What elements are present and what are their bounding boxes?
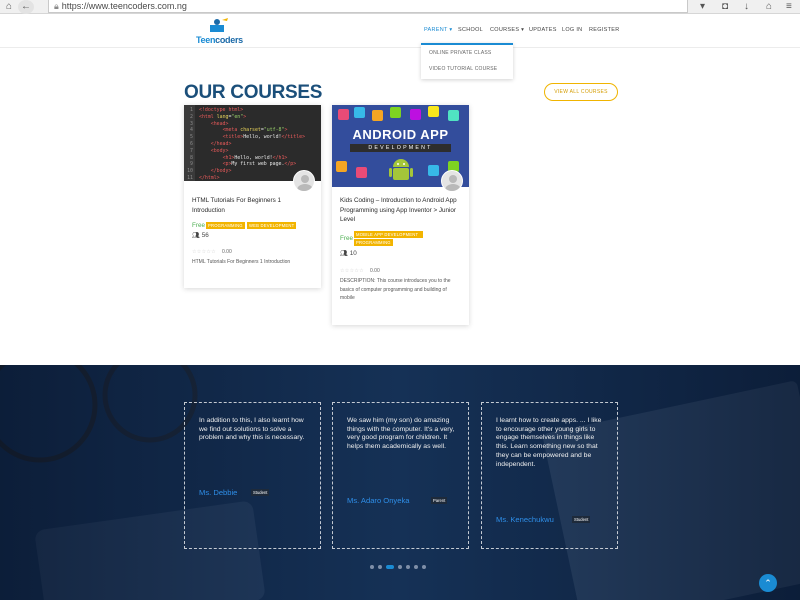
testimonial-card: We saw him (my son) do amazing things wi… <box>332 402 469 549</box>
student-count: 👥︎ 10 <box>340 250 357 257</box>
rating-value: 0.00 <box>370 268 380 274</box>
users-icon: 👥︎ <box>340 250 348 257</box>
code-snippet-image: <!doctype html> <html lang="en"> <head> … <box>199 107 306 181</box>
menu-icon[interactable]: ≡ <box>786 0 792 14</box>
course-tag[interactable]: PROGRAMMING <box>206 222 245 229</box>
logo-mark-icon <box>210 18 228 32</box>
testimonial-role: Student <box>251 489 270 496</box>
back-icon[interactable]: ← <box>18 0 34 14</box>
pocket-icon[interactable]: ◘ <box>722 0 728 14</box>
rating-stars: ☆☆☆☆☆ <box>192 249 216 255</box>
parent-dropdown-menu: ONLINE PRIVATE CLASS VIDEO TUTORIAL COUR… <box>421 43 513 79</box>
course-tag[interactable]: PROGRAMMING <box>354 239 393 246</box>
url-text: https://www.teencoders.com.ng <box>61 1 187 11</box>
instructor-avatar[interactable] <box>441 170 463 192</box>
course-price: Free <box>192 222 205 229</box>
testimonial-card: In addition to this, I also learnt how w… <box>184 402 321 549</box>
course-description: HTML Tutorials For Beginners 1 Introduct… <box>192 259 291 265</box>
view-all-courses-button[interactable]: VIEW ALL COURSES <box>544 83 618 101</box>
course-tag[interactable]: MOBILE APP DEVELOPMENT <box>354 231 421 238</box>
course-card[interactable]: 1 2 3 4 5 6 7 8 9 10 11 <!doctype html> <html lang… <box>184 105 321 288</box>
carousel-dot[interactable] <box>414 565 418 569</box>
testimonial-author: Ms. Adaro Onyeka <box>347 496 410 505</box>
testimonial-card: I learnt how to create apps. ... I like … <box>481 402 618 549</box>
download-icon[interactable]: ↓ <box>744 0 749 14</box>
site-header: Teencoders PARENT ▾ SCHOOL COURSES ▾ UPD… <box>0 15 800 48</box>
testimonial-quote: In addition to this, I also learnt how w… <box>199 417 305 442</box>
nav-item-courses[interactable]: COURSES ▾ <box>490 27 524 33</box>
address-bar[interactable]: 🔒︎ https://www.teencoders.com.ng <box>48 0 688 13</box>
course-title[interactable]: HTML Tutorials For Beginners 1 Introduct… <box>192 196 312 215</box>
section-title: OUR COURSES <box>184 82 323 103</box>
dropdown-item-online-private-class[interactable]: ONLINE PRIVATE CLASS <box>429 50 491 56</box>
carousel-dot[interactable] <box>422 565 426 569</box>
android-robot-icon <box>389 159 413 180</box>
home-button-icon[interactable]: ⌂ <box>766 0 772 14</box>
carousel-dot[interactable] <box>378 565 382 569</box>
rating-stars: ☆☆☆☆☆ <box>340 268 364 274</box>
testimonial-author: Ms. Kenechukwu <box>496 515 554 524</box>
course-price: Free <box>340 235 353 242</box>
carousel-dot[interactable] <box>398 565 402 569</box>
rating-value: 0.00 <box>222 249 232 255</box>
course-card[interactable]: ANDROID APP DEVELOPMENT Kids Coding – In… <box>332 105 469 325</box>
nav-item-parent[interactable]: PARENT ▾ <box>424 27 453 33</box>
carousel-dot-active[interactable] <box>386 565 394 569</box>
carousel-dot[interactable] <box>406 565 410 569</box>
users-icon: 👥︎ <box>192 232 200 239</box>
dropdown-item-video-tutorial-course[interactable]: VIDEO TUTORIAL COURSE <box>429 66 497 72</box>
thumbnail-banner-title: ANDROID APP <box>352 127 449 142</box>
dropdown-arrow-icon[interactable]: ▾ <box>700 0 705 14</box>
logo-wordmark: Teencoders <box>196 35 243 45</box>
course-tag-overflow <box>420 231 423 238</box>
teencoders-logo[interactable]: Teencoders <box>196 17 243 47</box>
carousel-dot[interactable] <box>370 565 374 569</box>
testimonial-author: Ms. Debbie <box>199 488 238 497</box>
testimonial-quote: I learnt how to create apps. ... I like … <box>496 417 602 468</box>
course-title[interactable]: Kids Coding – Introduction to Android Ap… <box>340 196 464 225</box>
testimonial-role: Parent <box>431 497 448 504</box>
back-to-top-button[interactable]: ⌃ <box>759 574 777 592</box>
testimonial-quote: We saw him (my son) do amazing things wi… <box>347 417 455 451</box>
nav-item-register[interactable]: REGISTER <box>589 27 620 33</box>
course-tag[interactable]: WEB DEVELOPMENT <box>247 222 297 229</box>
browser-toolbar: ⌂ ← 🔒︎ https://www.teencoders.com.ng ▾ ◘ … <box>0 0 800 14</box>
student-count: 👥︎ 56 <box>192 232 209 239</box>
home-icon[interactable]: ⌂ <box>2 0 16 14</box>
nav-item-updates[interactable]: UPDATES <box>529 27 557 33</box>
instructor-avatar[interactable] <box>293 170 315 192</box>
lock-icon: 🔒︎ <box>54 1 59 11</box>
nav-item-school[interactable]: SCHOOL <box>458 27 483 33</box>
line-numbers: 1 2 3 4 5 6 7 8 9 10 11 <box>184 105 195 181</box>
nav-item-login[interactable]: LOG IN <box>562 27 582 33</box>
thumbnail-banner-subtitle: DEVELOPMENT <box>350 144 451 152</box>
chevron-up-icon: ⌃ <box>764 578 772 588</box>
testimonial-role: Student <box>572 516 591 523</box>
course-description: DESCRIPTION: This course introduces you … <box>340 278 451 302</box>
